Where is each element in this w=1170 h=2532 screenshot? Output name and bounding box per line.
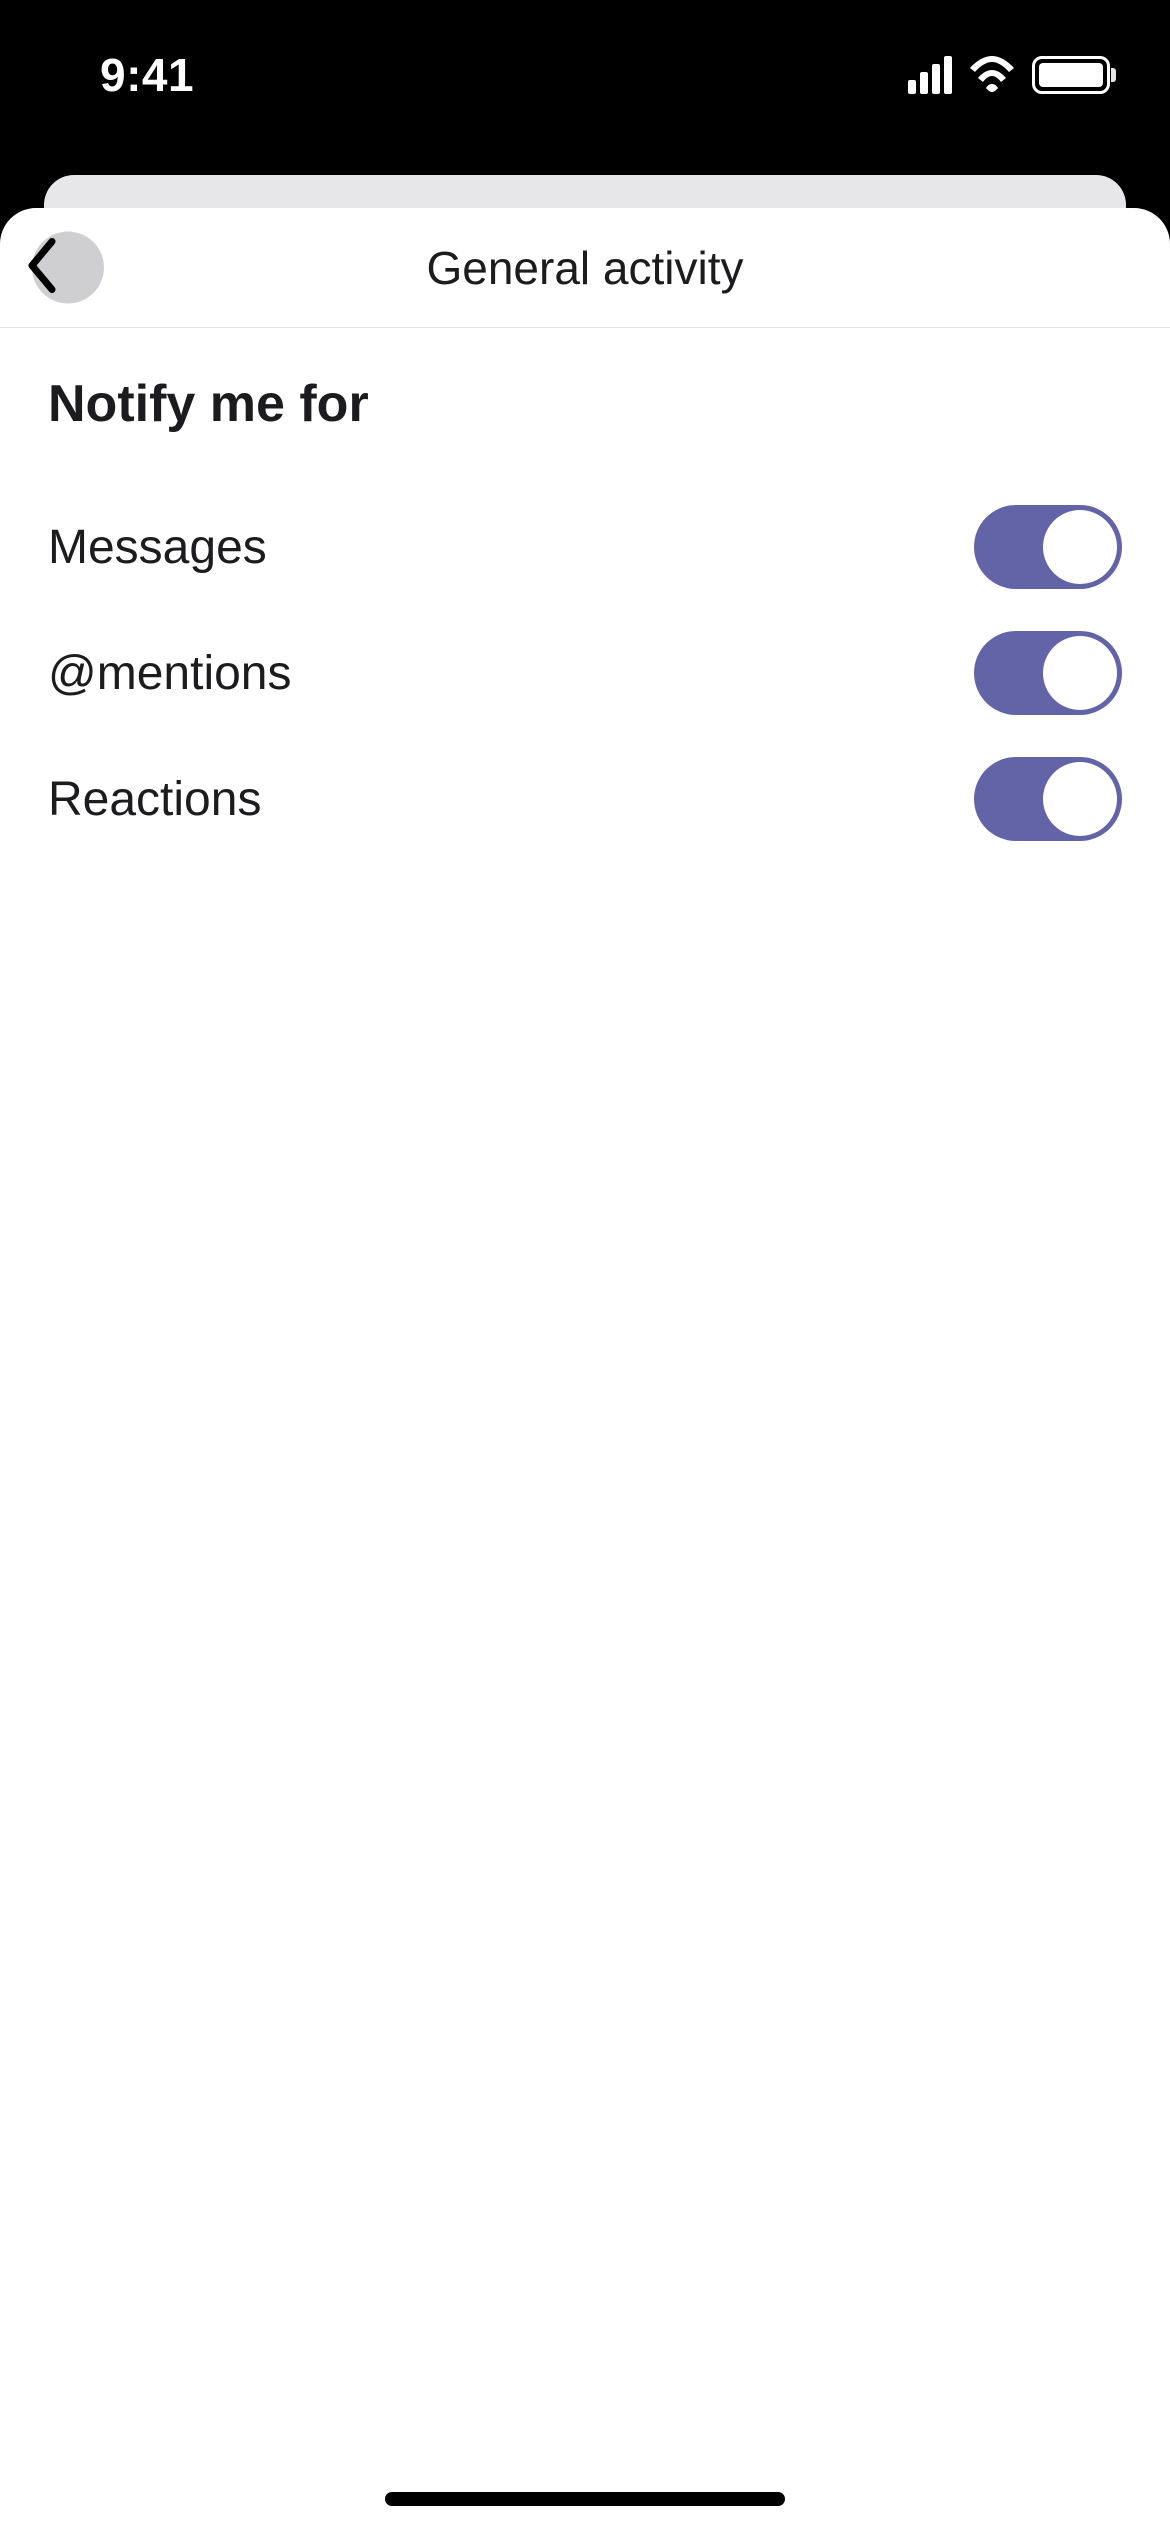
status-icons: [908, 56, 1110, 94]
row-reactions: Reactions: [48, 736, 1122, 862]
toggle-reactions[interactable]: [974, 757, 1122, 841]
modal-panel: General activity Notify me for Messages …: [0, 208, 1170, 2532]
battery-icon: [1032, 56, 1110, 94]
wifi-icon: [968, 56, 1016, 94]
panel-title: General activity: [0, 241, 1170, 295]
toggle-rows: Messages @mentions Reactions: [48, 484, 1122, 862]
row-mentions: @mentions: [48, 610, 1122, 736]
row-label: Reactions: [48, 772, 261, 827]
toggle-knob: [1043, 762, 1117, 836]
section-title: Notify me for: [48, 374, 1122, 434]
toggle-knob: [1043, 636, 1117, 710]
notify-section: Notify me for Messages @mentions Reactio…: [0, 328, 1170, 862]
back-button[interactable]: [24, 237, 60, 298]
row-label: @mentions: [48, 646, 292, 701]
toggle-knob: [1043, 510, 1117, 584]
status-time: 9:41: [100, 48, 194, 102]
toggle-mentions[interactable]: [974, 631, 1122, 715]
cellular-signal-icon: [908, 56, 952, 94]
row-label: Messages: [48, 520, 267, 575]
toggle-messages[interactable]: [974, 505, 1122, 589]
chevron-left-icon: [24, 237, 60, 298]
status-bar: 9:41: [0, 0, 1170, 150]
home-indicator[interactable]: [385, 2492, 785, 2506]
row-messages: Messages: [48, 484, 1122, 610]
panel-header: General activity: [0, 208, 1170, 328]
